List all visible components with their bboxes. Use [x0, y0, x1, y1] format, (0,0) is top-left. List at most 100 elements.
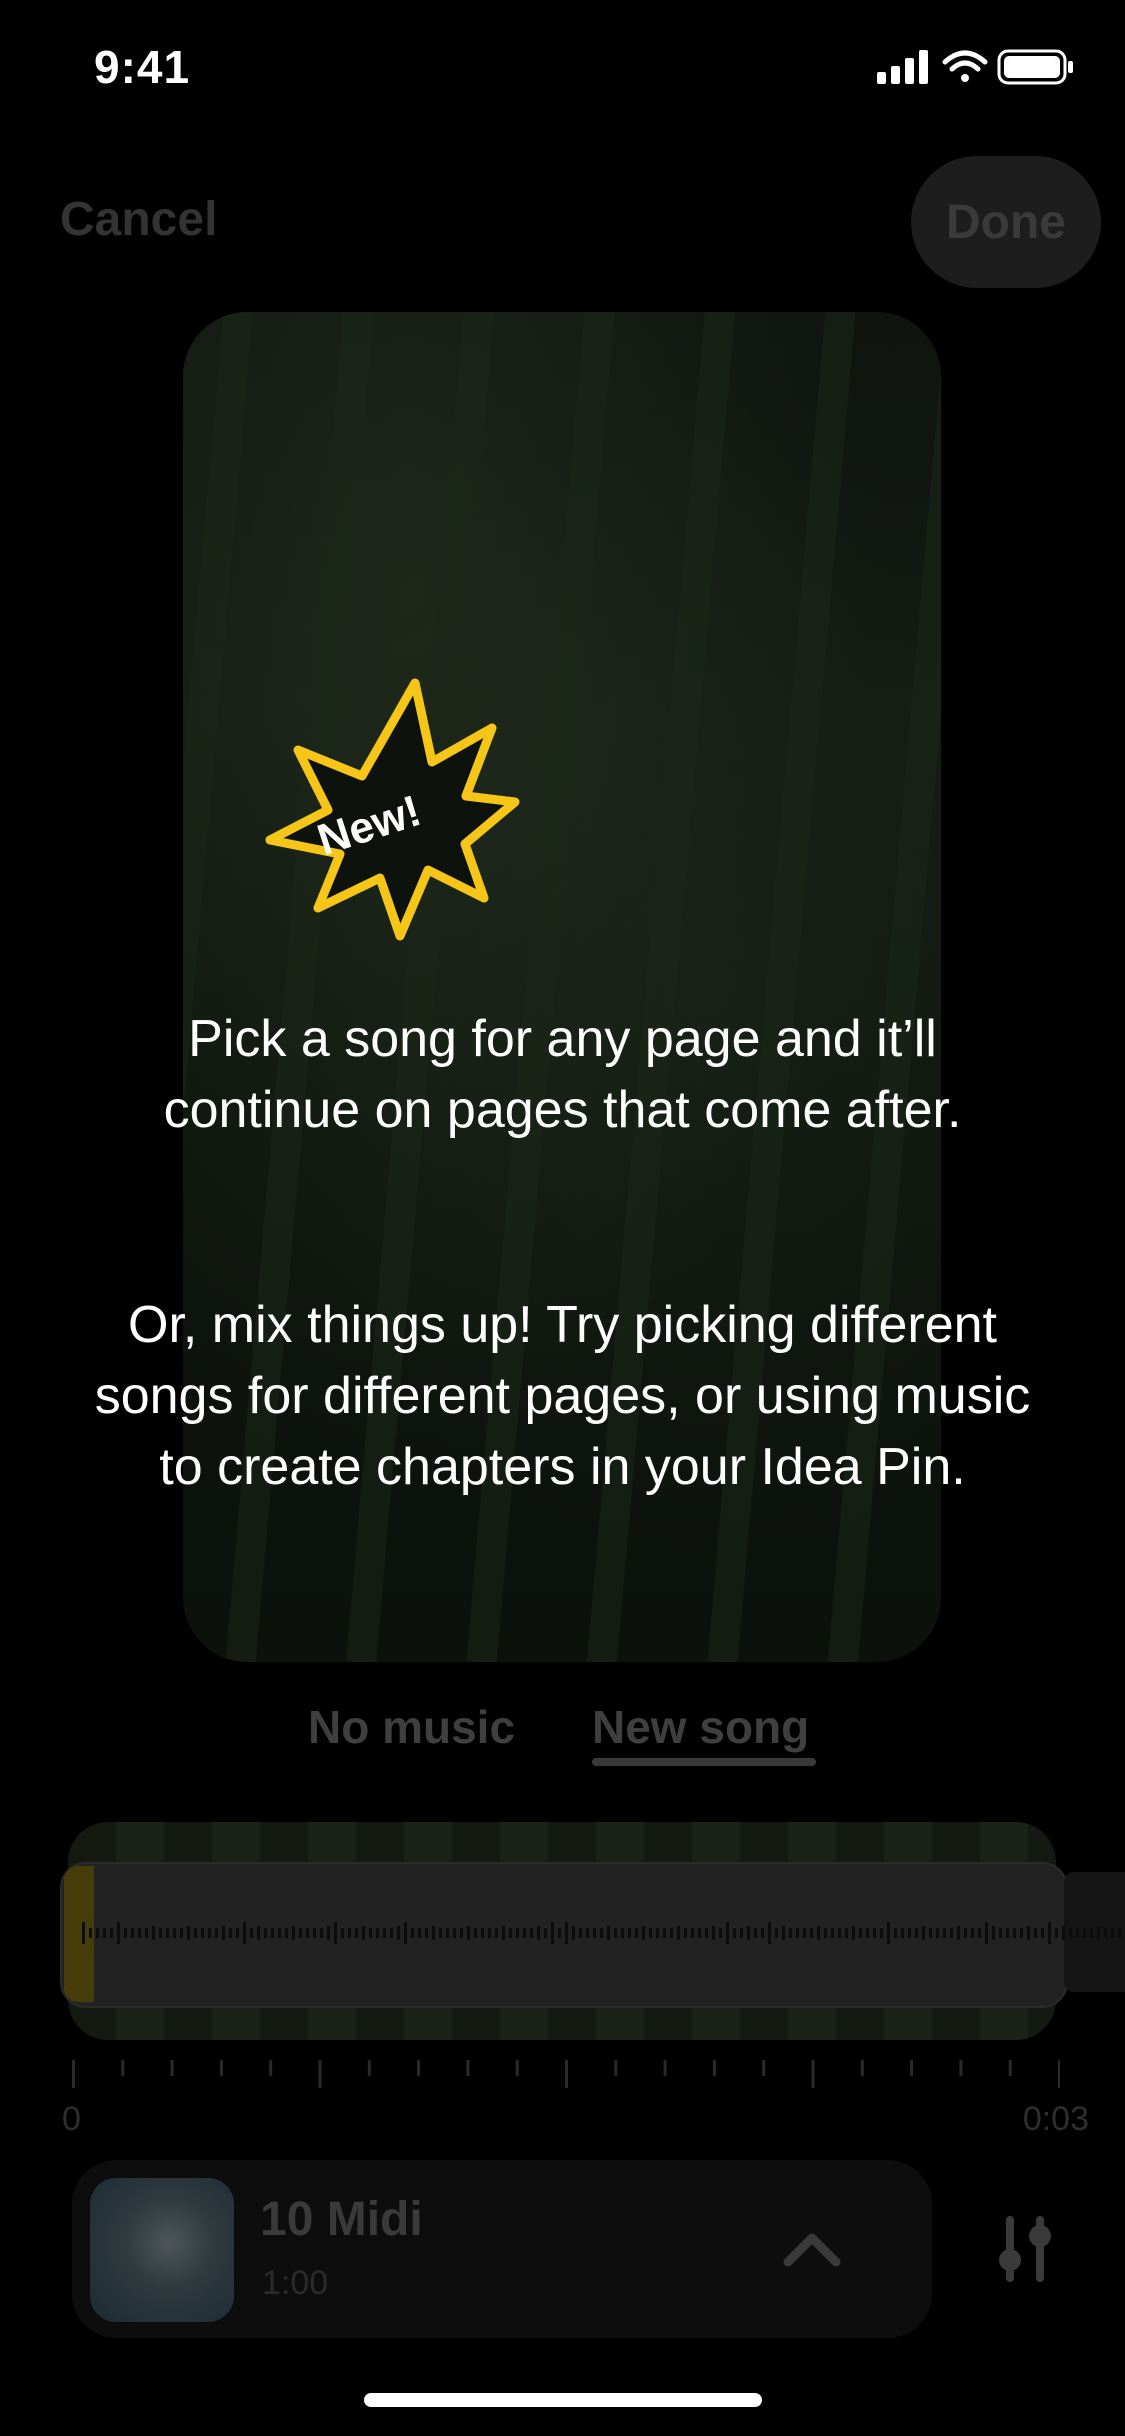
waveform-bar: [173, 1928, 176, 1938]
waveform-bar: [859, 1928, 862, 1938]
waveform-bar: [964, 1928, 967, 1938]
waveform-bar: [236, 1928, 239, 1938]
home-indicator: [364, 2393, 762, 2407]
waveform-bar: [796, 1928, 799, 1938]
waveform-bar: [516, 1928, 519, 1938]
waveform-bar: [929, 1928, 932, 1938]
waveform-bar: [495, 1928, 498, 1938]
ruler-tick: [1058, 2060, 1060, 2088]
song-duration: 1:00: [262, 2264, 329, 2302]
waveform-bar: [1062, 1926, 1065, 1940]
chevron-up-icon[interactable]: [782, 2228, 842, 2268]
waveform-bar: [117, 1922, 120, 1944]
waveform-bar: [383, 1928, 386, 1938]
waveform-bar: [187, 1926, 190, 1940]
album-art: [90, 2178, 234, 2322]
waveform-bar: [502, 1926, 505, 1940]
waveform-bar: [586, 1928, 589, 1938]
waveform-bar: [131, 1928, 134, 1938]
waveform-bar: [999, 1928, 1002, 1938]
waveform-bar: [145, 1928, 148, 1938]
waveform-bar: [649, 1928, 652, 1938]
waveform-bar: [208, 1928, 211, 1938]
waveform-bar: [1083, 1928, 1086, 1938]
waveform-bar: [803, 1928, 806, 1938]
waveform-bar: [397, 1926, 400, 1940]
audio-settings-sliders-icon[interactable]: [990, 2214, 1060, 2284]
waveform-bar: [460, 1928, 463, 1938]
waveform-bar: [299, 1928, 302, 1938]
waveform-bar: [901, 1928, 904, 1938]
cellular-signal-icon: [877, 50, 928, 84]
ruler-tick: [515, 2060, 519, 2076]
waveform-bar: [313, 1928, 316, 1938]
waveform-bar: [845, 1928, 848, 1938]
waveform-bar: [1069, 1928, 1072, 1938]
timeline-ruler: [72, 2060, 1060, 2088]
tab-no-music[interactable]: No music: [308, 1700, 515, 1754]
waveform-bar: [1104, 1928, 1107, 1938]
waveform-bar: [908, 1928, 911, 1938]
waveform-bar: [852, 1926, 855, 1940]
ruler-tick: [811, 2060, 815, 2088]
waveform-bar: [992, 1926, 995, 1940]
waveform-bar: [677, 1926, 680, 1940]
waveform-bar: [838, 1928, 841, 1938]
ruler-tick: [121, 2060, 125, 2076]
waveform-bar: [593, 1928, 596, 1938]
waveform-bar: [530, 1928, 533, 1938]
waveform-bar: [950, 1928, 953, 1938]
waveform-bar: [579, 1928, 582, 1938]
waveform-bar: [341, 1928, 344, 1938]
waveform-bar: [355, 1928, 358, 1938]
waveform-bar: [488, 1928, 491, 1938]
waveform-bar: [628, 1928, 631, 1938]
waveform-bar: [747, 1926, 750, 1940]
ruler-tick: [959, 2060, 963, 2076]
waveform-bar: [1006, 1928, 1009, 1938]
waveform-bar: [194, 1928, 197, 1938]
battery-icon: [997, 49, 1073, 85]
waveform-bar: [523, 1928, 526, 1938]
waveform-bar: [887, 1922, 890, 1944]
waveform-bar: [551, 1922, 554, 1944]
waveform-bar: [425, 1928, 428, 1938]
waveform-bar: [705, 1928, 708, 1938]
waveform-bar: [89, 1928, 92, 1938]
waveform-bar: [229, 1928, 232, 1938]
waveform-bar: [1055, 1928, 1058, 1938]
waveform-bar: [509, 1928, 512, 1938]
waveform-bar: [894, 1928, 897, 1938]
waveform-bar: [880, 1928, 883, 1938]
waveform-bar: [1111, 1928, 1114, 1938]
waveform-bar: [719, 1928, 722, 1938]
waveform-bar: [432, 1926, 435, 1940]
ruler-tick: [712, 2060, 716, 2076]
waveform-bar: [985, 1922, 988, 1944]
cancel-button[interactable]: Cancel: [60, 192, 217, 247]
waveform-bar: [1041, 1928, 1044, 1938]
waveform-bar: [166, 1928, 169, 1938]
waveform-bar: [831, 1928, 834, 1938]
ruler-tick: [614, 2060, 618, 2076]
waveform-bar: [474, 1928, 477, 1938]
waveform-bar: [278, 1928, 281, 1938]
waveform-bar: [1027, 1926, 1030, 1940]
coach-message-2: Or, mix things up! Try picking different…: [94, 1296, 1031, 1496]
waveform-bar: [348, 1928, 351, 1938]
waveform-bar: [327, 1926, 330, 1940]
done-button[interactable]: Done: [911, 156, 1101, 288]
waveform-bar: [271, 1928, 274, 1938]
waveform-bar: [103, 1928, 106, 1938]
tab-selected-indicator: [592, 1758, 816, 1766]
waveform-bar: [537, 1926, 540, 1940]
status-bar-icons: [877, 49, 1073, 85]
tab-new-song[interactable]: New song: [592, 1700, 809, 1754]
ruler-tick: [219, 2060, 223, 2076]
waveform-bar: [607, 1926, 610, 1940]
waveform-bar: [544, 1928, 547, 1938]
waveform-bar: [768, 1922, 771, 1944]
waveform-bar: [418, 1928, 421, 1938]
timeline-start-label: 0: [62, 2100, 81, 2138]
waveform-bar: [817, 1926, 820, 1940]
